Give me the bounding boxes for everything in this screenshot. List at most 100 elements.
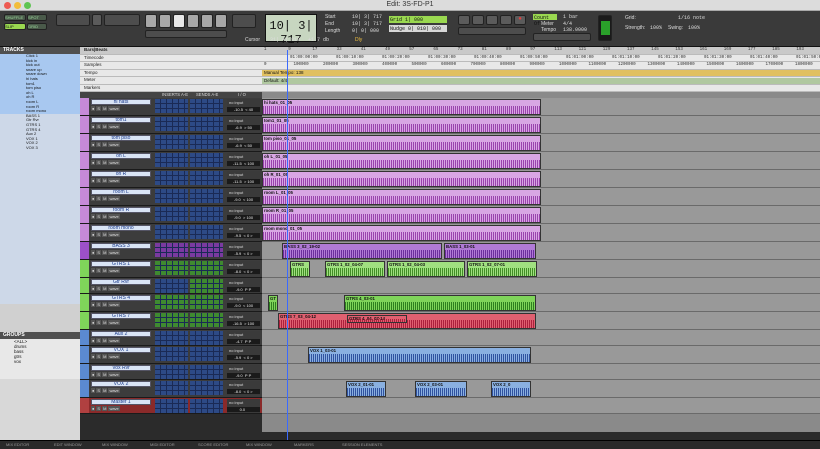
track-row[interactable]: Aux 2 ● S Mwave no input -4.7 P P: [80, 330, 262, 346]
trim-tool-button[interactable]: [145, 14, 157, 28]
track-name[interactable]: tom piso: [91, 135, 151, 141]
track-lane[interactable]: [262, 278, 820, 294]
track-buttons[interactable]: ● S Mwave: [91, 338, 151, 343]
track-lane[interactable]: [262, 330, 820, 346]
track-buttons[interactable]: ● S Mwave: [91, 142, 151, 147]
stop-button[interactable]: [472, 15, 484, 25]
inserts-slots[interactable]: [155, 243, 188, 257]
track-list-item[interactable]: VOX 3: [0, 146, 80, 151]
track-name[interactable]: GTRS 7: [91, 313, 151, 319]
inserts-slots[interactable]: [155, 117, 188, 131]
audio-clip[interactable]: VOX 1_03-01: [308, 347, 531, 363]
track-buttons[interactable]: ● S Mwave: [91, 178, 151, 183]
volume-readout[interactable]: -11.5 > 100: [227, 179, 260, 184]
audio-clip[interactable]: GTRS 4_03-01: [344, 295, 536, 311]
inserts-slots[interactable]: [155, 331, 188, 345]
sends-slots[interactable]: [190, 153, 223, 167]
audio-clip[interactable]: GT: [268, 295, 278, 311]
track-row[interactable]: GTRS 1 ● S Mwave no input -8.0 < 0 >: [80, 260, 262, 278]
track-name[interactable]: tom1: [91, 117, 151, 123]
bars-beats-ruler[interactable]: Bars|Beats: [80, 47, 820, 55]
record-button[interactable]: ●: [514, 15, 526, 25]
audio-clip[interactable]: tom1_01_05: [262, 117, 541, 133]
zoom-buttons[interactable]: [56, 14, 90, 26]
audio-clip[interactable]: hi hats_01_05: [262, 99, 541, 115]
bottom-tab[interactable]: MIX WINDOW: [246, 442, 272, 448]
audio-clip[interactable]: tom piso_01_05: [262, 135, 541, 151]
scrubber-tool-button[interactable]: [201, 14, 213, 28]
sends-slots[interactable]: [190, 225, 223, 239]
track-buttons[interactable]: ● S Mwave: [91, 388, 151, 393]
sends-slots[interactable]: [190, 189, 223, 203]
volume-readout[interactable]: -8.0 < 0 >: [227, 389, 260, 394]
track-buttons[interactable]: ● S Mwave: [91, 232, 151, 237]
bottom-tab[interactable]: MARKERS: [294, 442, 314, 448]
edit-tools-row[interactable]: [145, 30, 227, 38]
return-to-zero-button[interactable]: [458, 15, 470, 25]
sends-slots[interactable]: [190, 279, 223, 293]
rewind-button[interactable]: [500, 15, 512, 25]
inserts-slots[interactable]: [155, 399, 188, 413]
shuffle-mode-button[interactable]: SHUFFLE: [4, 14, 26, 21]
track-lane[interactable]: [262, 364, 820, 380]
audio-clip[interactable]: BASS 3_02_19-02: [282, 243, 442, 259]
volume-readout[interactable]: -9.0 P P: [227, 373, 260, 378]
end-value[interactable]: 10| 3| 717: [352, 21, 382, 27]
track-row[interactable]: BASS 3 ● S Mwave no input -5.9 < 0 >: [80, 242, 262, 260]
sends-slots[interactable]: [190, 347, 223, 361]
bottom-tab[interactable]: MIDI EDITOR: [150, 442, 175, 448]
group-list-item[interactable]: vox: [0, 359, 80, 364]
track-row[interactable]: Vox Rvr ● S Mwave no input -9.0 P P: [80, 364, 262, 380]
sends-slots[interactable]: [190, 171, 223, 185]
swing-value[interactable]: 100%: [688, 25, 700, 31]
tab-to-transients-button[interactable]: [232, 14, 256, 28]
audio-clip[interactable]: GTRS: [290, 261, 310, 277]
play-button[interactable]: [486, 15, 498, 25]
inserts-slots[interactable]: [155, 225, 188, 239]
volume-readout[interactable]: -9.0 P P: [227, 287, 260, 292]
inserts-slots[interactable]: [155, 207, 188, 221]
strength-value[interactable]: 100%: [650, 25, 662, 31]
track-row[interactable]: VOX 1 ● S Mwave no input -5.9 < 0 >: [80, 346, 262, 364]
zoom-toggle-button[interactable]: [92, 14, 102, 26]
grid-mode-button[interactable]: GRID: [27, 23, 47, 30]
inserts-slots[interactable]: [155, 381, 188, 395]
sends-slots[interactable]: [190, 365, 223, 379]
sends-slots[interactable]: [190, 331, 223, 345]
audio-clip[interactable]: oh L_01_05: [262, 153, 541, 169]
track-row[interactable]: room R ● S Mwave no input -9.0 > 100: [80, 206, 262, 224]
track-buttons[interactable]: ● S Mwave: [91, 250, 151, 255]
volume-readout[interactable]: -10.5 < 40: [227, 107, 260, 112]
track-name[interactable]: Master 1: [91, 399, 151, 405]
audio-clip[interactable]: BASS 1_03-01: [444, 243, 536, 259]
sends-slots[interactable]: [190, 261, 223, 275]
track-row[interactable]: oh R ● S Mwave no input -11.5 > 100: [80, 170, 262, 188]
sends-slots[interactable]: [190, 117, 223, 131]
track-buttons[interactable]: ● S Mwave: [91, 320, 151, 325]
track-name[interactable]: hi hats: [91, 99, 151, 105]
bottom-tab[interactable]: MIX EDITOR: [6, 442, 29, 448]
volume-readout[interactable]: -9.0 > 100: [227, 215, 260, 220]
sends-slots[interactable]: [190, 313, 223, 327]
track-name[interactable]: room L: [91, 189, 151, 195]
volume-readout[interactable]: -11.5 < 100: [227, 161, 260, 166]
count-off-button[interactable]: Count Off: [533, 14, 557, 27]
audio-clip[interactable]: GTRS 7_03_04-12: [278, 313, 536, 329]
transport-secondary-row[interactable]: [458, 27, 526, 35]
track-buttons[interactable]: ● S Mwave: [91, 196, 151, 201]
audio-clip[interactable]: room L_01_05: [262, 189, 541, 205]
track-buttons[interactable]: ● S Mwave: [91, 106, 151, 111]
track-row[interactable]: GTRS 7 ● S Mwave no input -16.5 > 100: [80, 312, 262, 330]
sends-slots[interactable]: [190, 295, 223, 309]
track-name[interactable]: oh R: [91, 171, 151, 177]
volume-readout[interactable]: -16.5 > 100: [227, 321, 260, 326]
audio-clip[interactable]: room mono_01_05: [262, 225, 541, 241]
track-name[interactable]: room R: [91, 207, 151, 213]
start-value[interactable]: 10| 3| 717: [352, 14, 382, 20]
audio-clip[interactable]: VOX 2_01-01: [346, 381, 386, 397]
zoom-preset-buttons[interactable]: [104, 14, 140, 26]
volume-readout[interactable]: -8.0 < 0 >: [227, 269, 260, 274]
audio-clip[interactable]: GTRS 1_02_04-07: [325, 261, 385, 277]
grid-note-value[interactable]: 1/16 note: [678, 15, 705, 21]
track-row[interactable]: Master 1 ● S Mwave no input 0.0: [80, 398, 262, 414]
